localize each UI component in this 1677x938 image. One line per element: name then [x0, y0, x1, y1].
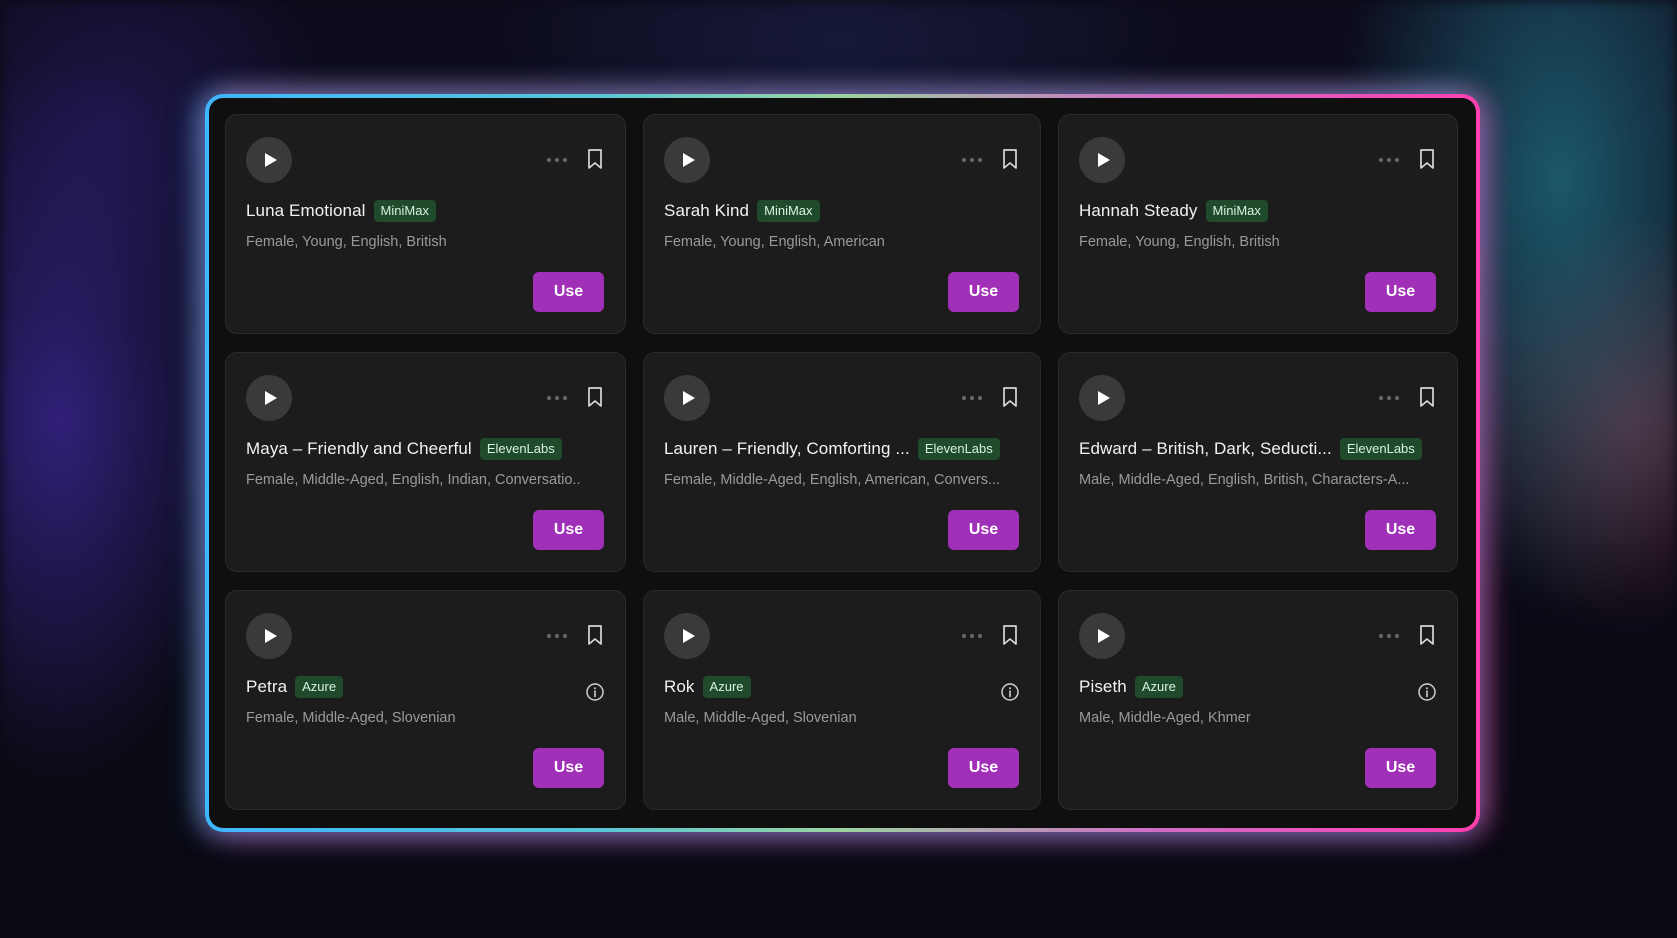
- voice-description: Female, Young, English, British: [246, 234, 447, 250]
- use-button[interactable]: Use: [1365, 748, 1436, 788]
- play-icon: [1097, 153, 1110, 167]
- voice-description: Male, Middle-Aged, Khmer: [1079, 710, 1251, 726]
- provider-badge: MiniMax: [757, 200, 820, 222]
- play-button[interactable]: [664, 137, 710, 183]
- voice-title-row: Maya – Friendly and Cheerful ElevenLabs: [246, 438, 605, 460]
- use-button[interactable]: Use: [1365, 510, 1436, 550]
- voice-name: Edward – British, Dark, Seducti...: [1079, 439, 1332, 458]
- play-button[interactable]: [246, 613, 292, 659]
- play-button[interactable]: [246, 137, 292, 183]
- play-icon: [264, 153, 277, 167]
- play-icon: [264, 629, 277, 643]
- voice-name: Rok: [664, 677, 695, 696]
- use-button[interactable]: Use: [1365, 272, 1436, 312]
- play-button[interactable]: [1079, 613, 1125, 659]
- voice-name: Luna Emotional: [246, 201, 366, 220]
- voice-description: Female, Middle-Aged, English, American, …: [664, 472, 1001, 488]
- more-icon[interactable]: [547, 391, 567, 405]
- voice-description: Male, Middle-Aged, Slovenian: [664, 710, 857, 726]
- voice-title-row: Sarah Kind MiniMax: [664, 200, 1020, 222]
- voice-card: Rok Azure Male, Middle-Aged, Slovenian U…: [643, 590, 1041, 810]
- use-button[interactable]: Use: [533, 510, 604, 550]
- more-icon[interactable]: [962, 391, 982, 405]
- provider-badge: ElevenLabs: [917, 438, 1000, 460]
- voice-name: Petra: [246, 677, 288, 696]
- voice-card: Lauren – Friendly, Comforting ... Eleven…: [643, 352, 1041, 572]
- bookmark-icon[interactable]: [1417, 148, 1437, 170]
- voice-card: Edward – British, Dark, Seducti... Eleve…: [1058, 352, 1458, 572]
- bookmark-icon[interactable]: [585, 624, 605, 646]
- play-icon: [682, 629, 695, 643]
- voice-description: Female, Young, English, British: [1079, 234, 1280, 250]
- voice-description: Female, Middle-Aged, Slovenian: [246, 710, 456, 726]
- voice-title-row: Luna Emotional MiniMax: [246, 200, 605, 222]
- use-button[interactable]: Use: [533, 748, 604, 788]
- bookmark-icon[interactable]: [1000, 624, 1020, 646]
- provider-badge: Azure: [1134, 676, 1183, 698]
- voice-library-frame: Luna Emotional MiniMax Female, Young, En…: [205, 94, 1480, 832]
- bookmark-icon[interactable]: [1000, 386, 1020, 408]
- bookmark-icon[interactable]: [585, 148, 605, 170]
- bookmark-icon[interactable]: [1000, 148, 1020, 170]
- provider-badge: MiniMax: [373, 200, 436, 222]
- voice-title-row: Petra Azure: [246, 676, 605, 698]
- voice-description: Female, Middle-Aged, English, Indian, Co…: [246, 472, 581, 488]
- voice-name: Lauren – Friendly, Comforting ...: [664, 439, 910, 458]
- more-icon[interactable]: [962, 629, 982, 643]
- voice-card: Luna Emotional MiniMax Female, Young, En…: [225, 114, 626, 334]
- voice-name: Maya – Friendly and Cheerful: [246, 439, 472, 458]
- play-button[interactable]: [246, 375, 292, 421]
- info-icon[interactable]: [1417, 682, 1437, 702]
- voice-card: Piseth Azure Male, Middle-Aged, Khmer Us…: [1058, 590, 1458, 810]
- provider-badge: Azure: [295, 676, 344, 698]
- voice-title-row: Piseth Azure: [1079, 676, 1437, 698]
- play-icon: [264, 391, 277, 405]
- play-icon: [682, 153, 695, 167]
- provider-badge: ElevenLabs: [1339, 438, 1422, 460]
- voice-title-row: Lauren – Friendly, Comforting ... Eleven…: [664, 438, 1020, 460]
- more-icon[interactable]: [547, 153, 567, 167]
- provider-badge: ElevenLabs: [479, 438, 562, 460]
- provider-badge: Azure: [702, 676, 751, 698]
- voice-title-row: Edward – British, Dark, Seducti... Eleve…: [1079, 438, 1437, 460]
- use-button[interactable]: Use: [533, 272, 604, 312]
- use-button[interactable]: Use: [948, 748, 1019, 788]
- voice-title-row: Hannah Steady MiniMax: [1079, 200, 1437, 222]
- more-icon[interactable]: [962, 153, 982, 167]
- provider-badge: MiniMax: [1205, 200, 1268, 222]
- play-button[interactable]: [1079, 137, 1125, 183]
- voice-card: Hannah Steady MiniMax Female, Young, Eng…: [1058, 114, 1458, 334]
- bookmark-icon[interactable]: [1417, 386, 1437, 408]
- bookmark-icon[interactable]: [1417, 624, 1437, 646]
- voice-description: Female, Young, English, American: [664, 234, 885, 250]
- voice-card: Sarah Kind MiniMax Female, Young, Englis…: [643, 114, 1041, 334]
- voice-name: Piseth: [1079, 677, 1127, 696]
- voice-title-row: Rok Azure: [664, 676, 1020, 698]
- voice-name: Sarah Kind: [664, 201, 750, 220]
- play-button[interactable]: [664, 613, 710, 659]
- play-icon: [1097, 629, 1110, 643]
- bookmark-icon[interactable]: [585, 386, 605, 408]
- more-icon[interactable]: [1379, 153, 1399, 167]
- voice-card: Petra Azure Female, Middle-Aged, Sloveni…: [225, 590, 626, 810]
- use-button[interactable]: Use: [948, 510, 1019, 550]
- more-icon[interactable]: [1379, 629, 1399, 643]
- more-icon[interactable]: [1379, 391, 1399, 405]
- info-icon[interactable]: [1000, 682, 1020, 702]
- voice-card: Maya – Friendly and Cheerful ElevenLabs …: [225, 352, 626, 572]
- voice-name: Hannah Steady: [1079, 201, 1198, 220]
- play-button[interactable]: [1079, 375, 1125, 421]
- voice-description: Male, Middle-Aged, English, British, Cha…: [1079, 472, 1410, 488]
- info-icon[interactable]: [585, 682, 605, 702]
- play-icon: [1097, 391, 1110, 405]
- more-icon[interactable]: [547, 629, 567, 643]
- voice-card-grid: Luna Emotional MiniMax Female, Young, En…: [209, 98, 1476, 828]
- play-button[interactable]: [664, 375, 710, 421]
- use-button[interactable]: Use: [948, 272, 1019, 312]
- play-icon: [682, 391, 695, 405]
